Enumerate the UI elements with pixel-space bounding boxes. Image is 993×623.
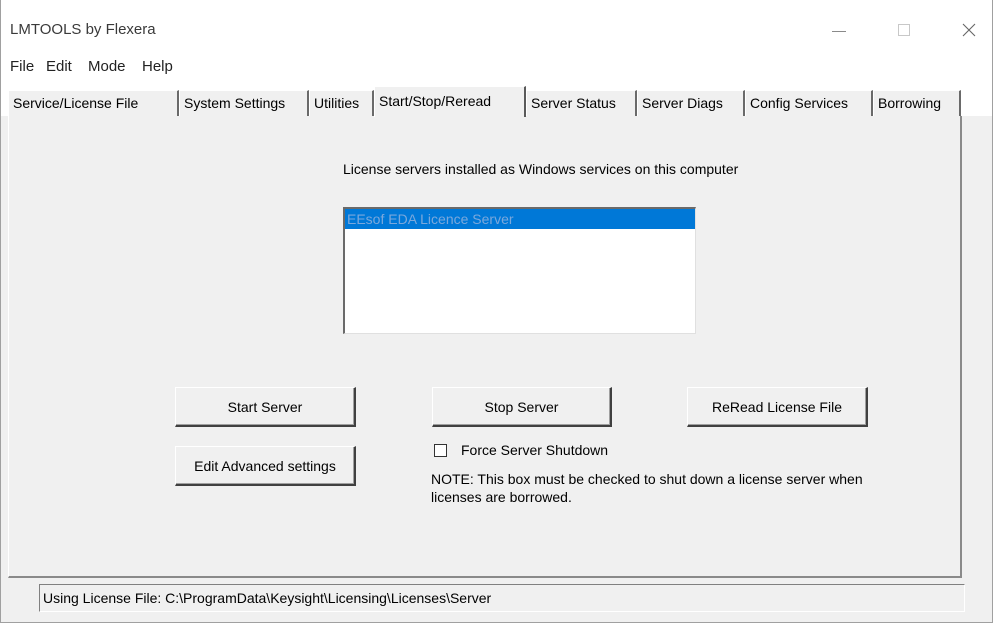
menu-file[interactable]: File xyxy=(10,56,34,78)
stop-server-button[interactable]: Stop Server xyxy=(432,387,612,427)
edit-advanced-settings-button[interactable]: Edit Advanced settings xyxy=(175,446,356,486)
menu-bar: File Edit Mode Help xyxy=(1,56,992,78)
menu-help[interactable]: Help xyxy=(142,56,173,78)
menu-edit[interactable]: Edit xyxy=(46,56,72,78)
tab-borrowing[interactable]: Borrowing xyxy=(873,90,961,116)
force-shutdown-checkbox[interactable] xyxy=(434,443,447,457)
close-button[interactable] xyxy=(946,10,992,50)
services-caption: License servers installed as Windows ser… xyxy=(343,161,739,177)
tab-start-stop-reread[interactable]: Start/Stop/Reread xyxy=(374,86,526,117)
tab-server-diags[interactable]: Server Diags xyxy=(637,90,745,116)
tab-system-settings[interactable]: System Settings xyxy=(179,90,309,116)
minimize-icon xyxy=(832,30,846,32)
maximize-button[interactable] xyxy=(881,10,927,50)
tab-panel xyxy=(8,116,962,578)
tab-server-status[interactable]: Server Status xyxy=(526,90,637,116)
force-shutdown-note: NOTE: This box must be checked to shut d… xyxy=(431,471,863,505)
force-shutdown-row[interactable]: Force Server Shutdown xyxy=(434,441,608,459)
tab-config-services[interactable]: Config Services xyxy=(745,90,873,116)
services-listbox[interactable]: EEsof EDA Licence Server xyxy=(343,207,696,334)
tab-utilities[interactable]: Utilities xyxy=(309,90,374,116)
tab-service-license-file[interactable]: Service/License File xyxy=(8,90,179,116)
list-item[interactable]: EEsof EDA Licence Server xyxy=(345,209,695,229)
minimize-button[interactable] xyxy=(816,10,862,50)
start-server-button[interactable]: Start Server xyxy=(175,387,356,427)
lmtools-window: LMTOOLS by Flexera File Edit Mode Help S… xyxy=(0,0,993,623)
tab-strip: Service/License File System Settings Uti… xyxy=(1,78,992,117)
maximize-icon xyxy=(898,24,910,36)
force-shutdown-label[interactable]: Force Server Shutdown xyxy=(461,442,608,458)
close-icon xyxy=(962,23,976,37)
window-title: LMTOOLS by Flexera xyxy=(10,21,156,38)
status-bar: Using License File: C:\ProgramData\Keysi… xyxy=(39,584,965,612)
menu-mode[interactable]: Mode xyxy=(88,56,126,78)
title-bar[interactable]: LMTOOLS by Flexera xyxy=(1,0,992,56)
reread-license-button[interactable]: ReRead License File xyxy=(687,387,868,427)
